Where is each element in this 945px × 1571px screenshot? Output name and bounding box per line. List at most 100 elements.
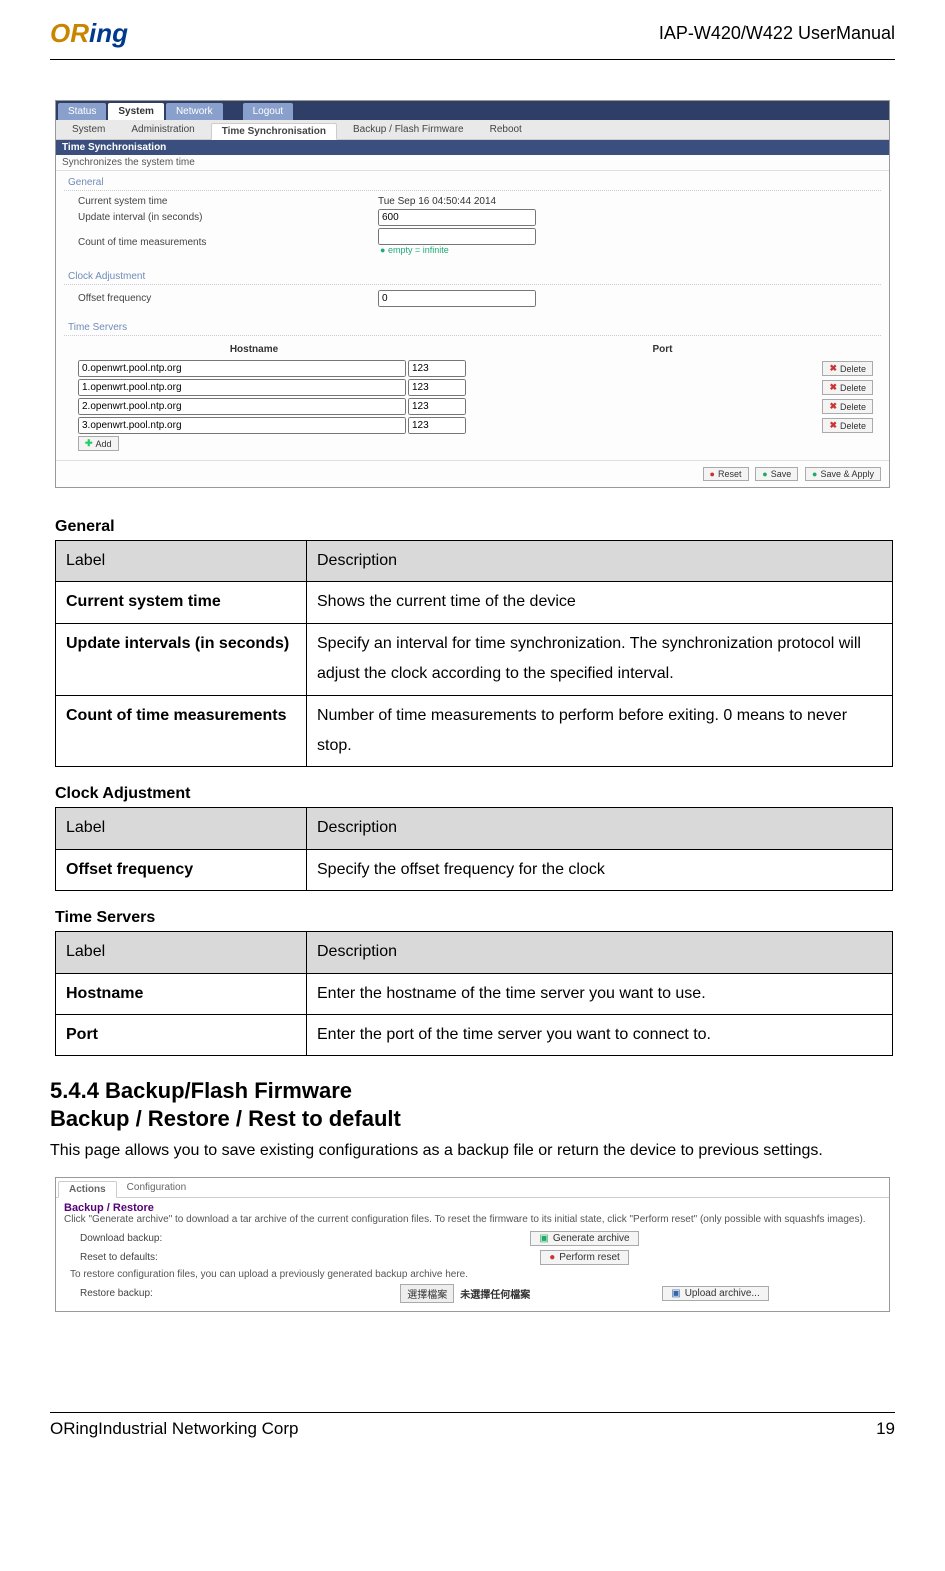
delete-button[interactable]: ✖Delete bbox=[822, 380, 873, 395]
header-rule bbox=[50, 59, 895, 60]
reset-icon: ● bbox=[549, 1252, 555, 1263]
th-label: Label bbox=[56, 808, 307, 849]
delete-button[interactable]: ✖Delete bbox=[822, 399, 873, 414]
th-label: Label bbox=[56, 932, 307, 973]
add-icon: ✚ bbox=[85, 438, 93, 449]
section-timeservers-title: Time Servers bbox=[55, 909, 895, 927]
doc-title: IAP-W420/W422 UserManual bbox=[659, 23, 895, 44]
panel-title: Time Synchronisation bbox=[56, 140, 889, 155]
cell-label: Update intervals (in seconds) bbox=[56, 623, 307, 695]
timeserver-row: ✖Delete bbox=[64, 378, 881, 397]
tab-network[interactable]: Network bbox=[166, 103, 223, 120]
input-count-measurements[interactable] bbox=[378, 228, 536, 245]
input-port[interactable] bbox=[408, 379, 466, 396]
archive-icon: ▣ bbox=[539, 1233, 548, 1244]
cell-label: Port bbox=[56, 1014, 307, 1055]
timeserver-row: ✖Delete bbox=[64, 397, 881, 416]
cell-label: Hostname bbox=[56, 973, 307, 1014]
cell-desc: Specify the offset frequency for the clo… bbox=[307, 849, 893, 890]
input-hostname[interactable] bbox=[78, 417, 406, 434]
delete-button[interactable]: ✖Delete bbox=[822, 418, 873, 433]
timeserver-row: ✖Delete bbox=[64, 359, 881, 378]
no-file-text: 未選擇任何檔案 bbox=[460, 1286, 530, 1301]
add-button[interactable]: ✚Add bbox=[78, 436, 119, 451]
fieldset-timeservers: Time Servers bbox=[64, 320, 881, 336]
tab-logout[interactable]: Logout bbox=[243, 103, 294, 120]
heading-544: 5.4.4 Backup/Flash Firmware bbox=[50, 1078, 895, 1104]
perform-reset-button[interactable]: ●Perform reset bbox=[540, 1250, 629, 1265]
panel-subtitle: Synchronizes the system time bbox=[56, 155, 889, 171]
table-general: LabelDescription Current system timeShow… bbox=[55, 540, 893, 767]
footer-company: ORingIndustrial Networking Corp bbox=[50, 1419, 299, 1439]
delete-icon: ✖ bbox=[829, 401, 837, 412]
input-hostname[interactable] bbox=[78, 379, 406, 396]
tab-actions[interactable]: Actions bbox=[58, 1181, 117, 1198]
cell-label: Offset frequency bbox=[56, 849, 307, 890]
delete-icon: ✖ bbox=[829, 382, 837, 393]
cell-desc: Enter the hostname of the time server yo… bbox=[307, 973, 893, 1014]
table-timeservers: LabelDescription HostnameEnter the hostn… bbox=[55, 931, 893, 1056]
hint-empty-infinite: empty = infinite bbox=[380, 245, 449, 255]
label-current-time: Current system time bbox=[78, 196, 378, 207]
tab-status[interactable]: Status bbox=[58, 103, 106, 120]
th-desc: Description bbox=[307, 541, 893, 582]
upload-archive-button[interactable]: ▣Upload archive... bbox=[662, 1286, 769, 1301]
reset-button[interactable]: ●Reset bbox=[703, 467, 749, 481]
input-port[interactable] bbox=[408, 360, 466, 377]
th-desc: Description bbox=[307, 932, 893, 973]
col-hostname: Hostname bbox=[64, 344, 444, 355]
apply-icon: ● bbox=[812, 469, 817, 479]
label-restore-backup: Restore backup: bbox=[80, 1288, 280, 1299]
restore-note: To restore configuration files, you can … bbox=[56, 1267, 889, 1282]
backup-hint: Click "Generate archive" to download a t… bbox=[56, 1214, 889, 1229]
subtab-backup[interactable]: Backup / Flash Firmware bbox=[343, 122, 474, 139]
label-reset-defaults: Reset to defaults: bbox=[80, 1252, 280, 1263]
cell-desc: Number of time measurements to perform b… bbox=[307, 695, 893, 767]
heading-backup-restore: Backup / Restore / Rest to default bbox=[50, 1106, 895, 1132]
delete-icon: ✖ bbox=[829, 363, 837, 374]
section-clock-title: Clock Adjustment bbox=[55, 785, 895, 803]
choose-file-button[interactable]: 選擇檔案 bbox=[400, 1284, 454, 1303]
input-hostname[interactable] bbox=[78, 360, 406, 377]
cell-desc: Specify an interval for time synchroniza… bbox=[307, 623, 893, 695]
input-hostname[interactable] bbox=[78, 398, 406, 415]
input-offset-freq[interactable] bbox=[378, 290, 536, 307]
delete-button[interactable]: ✖Delete bbox=[822, 361, 873, 376]
body-text: This page allows you to save existing co… bbox=[50, 1136, 895, 1166]
generate-archive-button[interactable]: ▣Generate archive bbox=[530, 1231, 638, 1246]
tab-configuration[interactable]: Configuration bbox=[117, 1180, 196, 1197]
label-count-measurements: Count of time measurements bbox=[78, 237, 378, 248]
backup-section-title: Backup / Restore bbox=[56, 1198, 889, 1214]
th-label: Label bbox=[56, 541, 307, 582]
th-desc: Description bbox=[307, 808, 893, 849]
table-clock: LabelDescription Offset frequencySpecify… bbox=[55, 807, 893, 891]
label-offset-freq: Offset frequency bbox=[78, 293, 378, 304]
time-sync-screenshot: Status System Network Logout System Admi… bbox=[55, 100, 890, 488]
tab-system[interactable]: System bbox=[108, 103, 164, 120]
subtab-reboot[interactable]: Reboot bbox=[480, 122, 532, 139]
brand-logo: ORing bbox=[50, 18, 128, 49]
backup-screenshot: Actions Configuration Backup / Restore C… bbox=[55, 1177, 890, 1312]
cell-label: Current system time bbox=[56, 582, 307, 623]
fieldset-clock: Clock Adjustment bbox=[64, 269, 881, 285]
subtab-system[interactable]: System bbox=[62, 122, 115, 139]
input-port[interactable] bbox=[408, 398, 466, 415]
cell-desc: Enter the port of the time server you wa… bbox=[307, 1014, 893, 1055]
save-icon: ● bbox=[762, 469, 767, 479]
save-button[interactable]: ●Save bbox=[755, 467, 798, 481]
reset-icon: ● bbox=[710, 469, 715, 479]
label-download-backup: Download backup: bbox=[80, 1233, 280, 1244]
col-port: Port bbox=[444, 344, 881, 355]
label-update-interval: Update interval (in seconds) bbox=[78, 212, 378, 223]
footer-page: 19 bbox=[876, 1419, 895, 1439]
save-apply-button[interactable]: ●Save & Apply bbox=[805, 467, 881, 481]
timeserver-row: ✖Delete bbox=[64, 416, 881, 435]
subtab-administration[interactable]: Administration bbox=[121, 122, 204, 139]
cell-desc: Shows the current time of the device bbox=[307, 582, 893, 623]
cell-label: Count of time measurements bbox=[56, 695, 307, 767]
input-update-interval[interactable] bbox=[378, 209, 536, 226]
value-current-time: Tue Sep 16 04:50:44 2014 bbox=[378, 196, 496, 207]
section-general-title: General bbox=[55, 518, 895, 536]
input-port[interactable] bbox=[408, 417, 466, 434]
subtab-timesync[interactable]: Time Synchronisation bbox=[211, 123, 337, 140]
